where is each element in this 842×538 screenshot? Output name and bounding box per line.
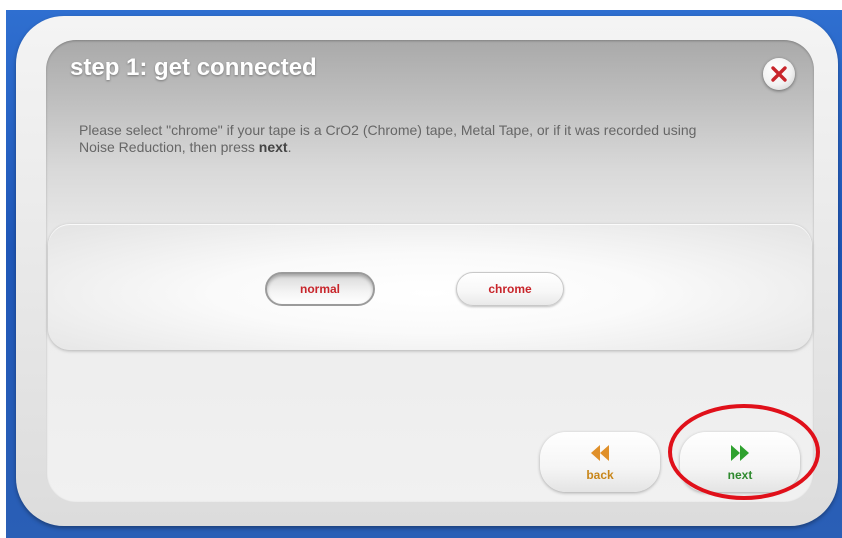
close-button[interactable]	[763, 58, 795, 90]
next-button[interactable]: next	[680, 432, 800, 492]
chrome-option-button[interactable]: chrome	[456, 272, 564, 306]
chrome-option-label: chrome	[488, 282, 532, 296]
back-button[interactable]: back	[540, 432, 660, 492]
rewind-icon	[591, 445, 609, 461]
close-icon	[771, 66, 787, 82]
instructions-text: Please select "chrome" if your tape is a…	[79, 122, 697, 155]
back-label: back	[586, 468, 614, 482]
normal-option-label: normal	[299, 282, 340, 296]
next-label: next	[727, 468, 753, 482]
tape-type-option-band	[48, 224, 812, 350]
normal-option-button[interactable]: normal	[265, 272, 375, 306]
fast-forward-icon	[731, 445, 749, 461]
dialog-title: step 1: get connected	[70, 54, 317, 81]
instructions-emphasis: next	[258, 139, 288, 155]
